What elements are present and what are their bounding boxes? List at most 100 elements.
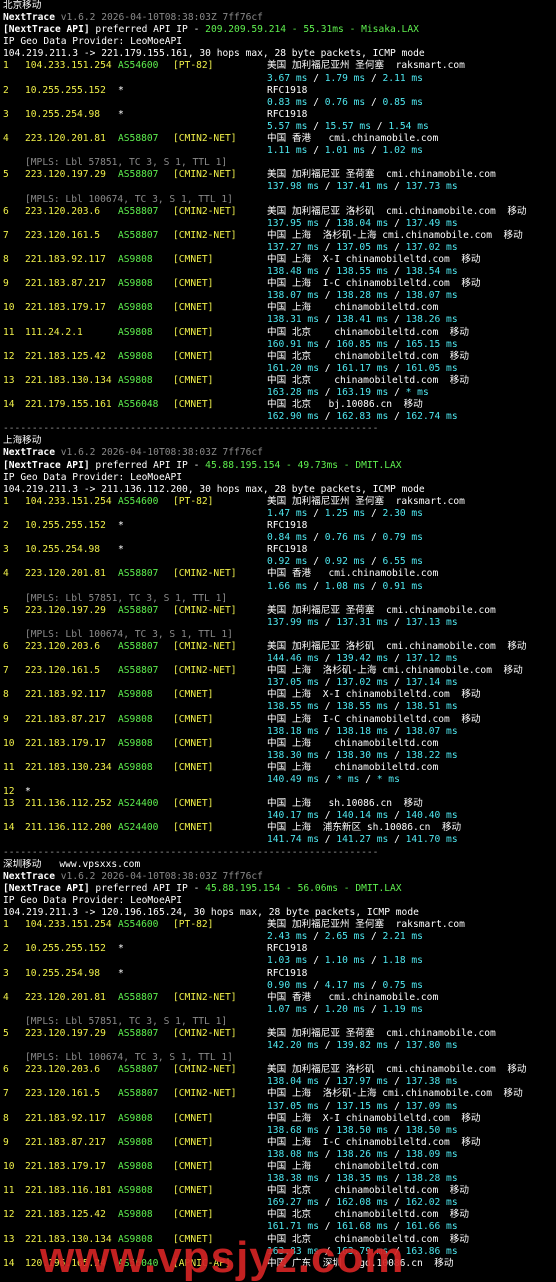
api-ip: 209.209.59.214 - 55.31ms - Misaka.LAX — [205, 24, 419, 36]
latency-value: 137.95 ms — [267, 217, 319, 229]
hop-geo: 美国 加利福尼亚州 圣何塞 raksmart.com — [267, 495, 465, 507]
latency-value: 162.83 ms — [336, 411, 389, 423]
latency-value: 2.11 ms — [382, 72, 423, 84]
hop-tag: [CMNET] — [173, 253, 214, 265]
hop-row: 14 221.179.155.161 AS56048 [CMNET] 中国 北京 bj.… — [3, 399, 556, 423]
hop-geo: RFC1918 — [267, 967, 308, 979]
latency-separator: / — [388, 810, 406, 822]
latency-value: 137.73 ms — [405, 181, 458, 193]
hop-row: 3 10.255.254.98 * RFC1918 0.92 ms / 0.92 ms … — [3, 544, 556, 568]
hop-row: 3 10.255.254.98 * RFC1918 0.90 ms / 4.17 ms … — [3, 968, 556, 992]
latency-separator: / — [388, 834, 406, 846]
hop-number: 5 — [3, 169, 9, 181]
hop-row: 7 223.120.161.5 AS58807 [CMIN2-NET] 中国 上海 洛杉… — [3, 1088, 556, 1112]
latency-separator: / — [318, 1040, 337, 1052]
hop-tag: [CMNET] — [173, 1185, 214, 1197]
hop-asn: AS9808 — [118, 1161, 153, 1172]
latency-value: 1.03 ms — [267, 955, 308, 967]
api-mid: preferred API IP - — [89, 882, 206, 894]
hop-asn: AS58807 — [118, 229, 159, 241]
latency-value: 0.76 ms — [324, 532, 366, 544]
hop-ip: 10.255.254.98 — [25, 108, 101, 120]
latency-separator: / — [307, 931, 325, 943]
latency-value: * ms — [405, 387, 429, 398]
hop-geo: 中国 上海 chinamobileltd.com — [267, 1161, 439, 1172]
latency-separator: / — [365, 72, 383, 84]
hop-tag: [CMIN2-NET] — [173, 205, 237, 217]
trace-section: 北京移动 NextTrace v1.6.2 2026-04-10T08:38:03… — [0, 0, 556, 435]
latency-value: 137.14 ms — [405, 677, 458, 689]
latency-value: 161.05 ms — [405, 362, 458, 374]
hop-ip: 223.120.203.6 — [25, 640, 101, 652]
hop-number: 14 — [3, 1257, 15, 1269]
hop-tag: [CMIN2-NET] — [173, 991, 237, 1003]
latency-separator: / — [388, 1197, 406, 1209]
latency-separator: / — [318, 362, 337, 374]
hop-latency: 2.43 ms / 2.65 ms / 2.21 ms — [267, 931, 423, 943]
app-name: NextTrace — [3, 447, 55, 459]
hop-star: * — [118, 967, 124, 979]
latency-value: 160.91 ms — [267, 338, 319, 350]
hop-ip: 223.120.203.6 — [25, 205, 101, 217]
latency-separator: / — [307, 96, 325, 108]
hop-asn: AS56048 — [118, 399, 159, 411]
latency-separator: / — [318, 1124, 337, 1136]
hop-row: 7 223.120.161.5 AS58807 [CMIN2-NET] 中国 上海 洛杉… — [3, 665, 556, 689]
latency-value: 138.50 ms — [336, 1124, 389, 1136]
hop-geo: 美国 加利福尼亚 圣荷塞 cmi.chinamobile.com — [267, 1027, 496, 1039]
latency-separator: / — [318, 217, 337, 229]
latency-value: 137.15 ms — [336, 1100, 389, 1112]
hop-tag: [CMNET] — [173, 1209, 214, 1221]
hop-number: 3 — [3, 108, 9, 120]
hop-number: 9 — [3, 1136, 9, 1148]
hop-tag: [CMNET] — [173, 689, 214, 701]
trace-section: 上海移动 NextTrace v1.6.2 2026-04-10T08:38:03… — [0, 435, 556, 858]
latency-value: 138.55 ms — [336, 266, 389, 278]
latency-separator: / — [388, 266, 406, 278]
hop-ip: 221.183.179.17 — [25, 302, 106, 314]
latency-value: 138.09 ms — [405, 1148, 458, 1160]
hop-asn: AS58807 — [118, 1064, 159, 1076]
hop-star: * — [118, 520, 124, 532]
geo-provider: IP Geo Data Provider: LeoMoeAPI — [3, 36, 183, 48]
hop-tag: [CMNET] — [173, 737, 214, 749]
hop-ip: 10.255.255.152 — [25, 943, 106, 955]
latency-value: 1.01 ms — [324, 145, 366, 157]
latency-separator: / — [307, 979, 325, 991]
hop-tag: [CMNET] — [173, 278, 214, 290]
hop-number: 3 — [3, 544, 9, 556]
hop-ip: 211.136.112.200 — [25, 822, 112, 834]
api-line: [NextTrace API] preferred API IP - 209.2… — [3, 24, 556, 36]
latency-value: 0.92 ms — [324, 556, 366, 568]
hop-tag: [CMIN2-NET] — [173, 1064, 237, 1076]
hop-number: 2 — [3, 943, 9, 955]
section-separator: ----------------------------------------… — [3, 846, 379, 858]
latency-value: 137.27 ms — [267, 241, 319, 253]
latency-value: 5.57 ms — [267, 120, 308, 132]
hop-geo: 中国 上海 洛杉矶-上海 cmi.chinamobile.com 移动 — [267, 229, 523, 241]
mpls-label: [MPLS: Lbl 100674, TC 3, S 1, TTL 1] — [25, 628, 233, 640]
api-label: [NextTrace API] — [3, 882, 90, 894]
latency-value: 138.28 ms — [336, 290, 389, 302]
hop-geo: 中国 北京 chinamobileltd.com 移动 — [267, 350, 469, 362]
hop-asn: AS58807 — [118, 1088, 159, 1100]
hop-ip: 104.233.151.254 — [25, 495, 112, 507]
latency-value: 138.51 ms — [405, 701, 458, 713]
latency-value: 137.97 ms — [336, 1076, 389, 1088]
hop-asn: AS9808 — [118, 1136, 153, 1148]
latency-value: 3.67 ms — [267, 72, 308, 84]
hop-ip: 223.120.201.81 — [25, 568, 106, 580]
latency-value: 138.41 ms — [336, 314, 389, 326]
latency-separator: / — [388, 241, 406, 253]
hop-geo: 中国 上海 洛杉矶-上海 cmi.chinamobile.com 移动 — [267, 665, 523, 677]
hop-ip: 221.183.92.117 — [25, 689, 106, 701]
hop-latency: 138.31 ms / 138.41 ms / 138.26 ms — [267, 314, 458, 326]
latency-separator: / — [318, 653, 337, 665]
hop-latency: 5.57 ms / 15.57 ms / 1.54 ms — [267, 121, 429, 133]
latency-separator: / — [307, 507, 325, 519]
hop-asn: AS58807 — [118, 568, 159, 580]
hop-ip: 221.183.116.181 — [25, 1185, 112, 1197]
latency-value: 138.48 ms — [267, 266, 319, 278]
latency-value: 163.86 ms — [405, 1245, 458, 1257]
latency-value: 138.50 ms — [405, 1124, 458, 1136]
